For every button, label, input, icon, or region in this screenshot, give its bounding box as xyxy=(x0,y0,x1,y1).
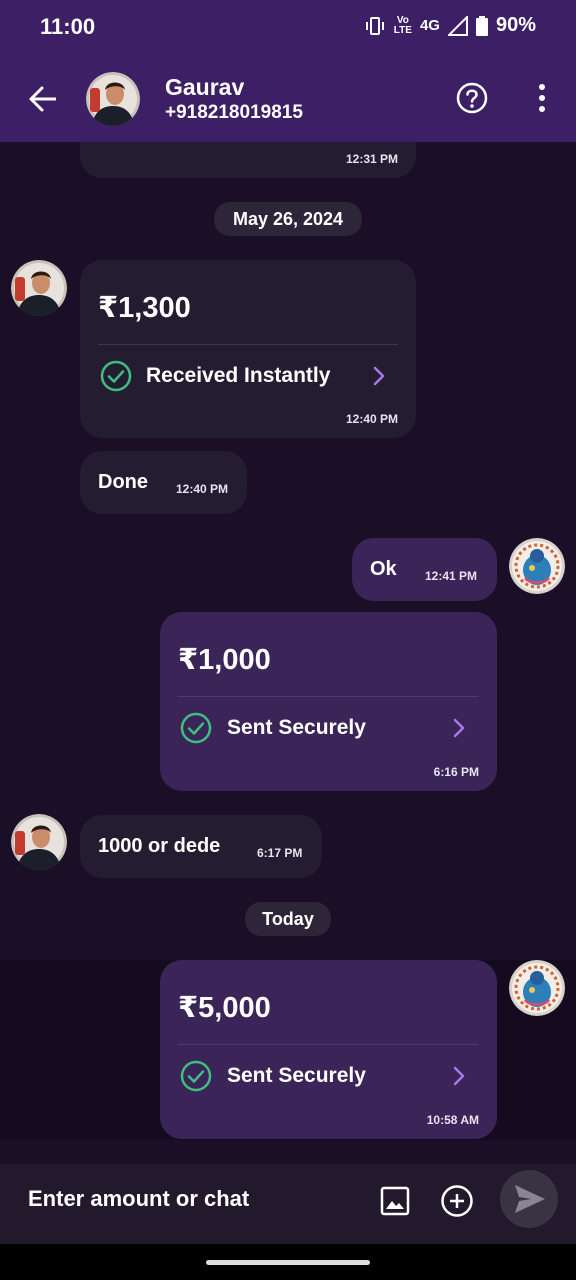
chevron-right-icon[interactable] xyxy=(452,1065,466,1087)
payment-sent-card[interactable]: ₹5,000 Sent Securely 10:58 AM xyxy=(160,960,497,1139)
chat-header: Gaurav +918218019815 xyxy=(0,56,576,142)
message-text: Done xyxy=(98,471,148,493)
card-divider xyxy=(178,696,478,697)
date-chip: Today xyxy=(245,902,331,936)
card-divider xyxy=(178,1044,478,1045)
sender-avatar[interactable] xyxy=(11,260,67,316)
message-time: 12:40 PM xyxy=(176,482,229,496)
message-time: 6:17 PM xyxy=(257,846,303,860)
message-time: 12:40 PM xyxy=(345,412,398,426)
sender-avatar[interactable] xyxy=(11,814,67,870)
message-time: 10:58 AM xyxy=(426,1113,479,1127)
network-type: 4G xyxy=(419,17,440,34)
payment-status: Sent Securely xyxy=(227,1064,366,1087)
payment-sent-card[interactable]: ₹1,000 Sent Securely 6:16 PM xyxy=(160,612,497,791)
date-chip: May 26, 2024 xyxy=(214,202,362,236)
image-gallery-icon[interactable] xyxy=(380,1186,410,1216)
message-time: 12:41 PM xyxy=(425,569,478,583)
chevron-right-icon[interactable] xyxy=(452,717,466,739)
message-bubble-incoming[interactable]: 1000 or dede 6:17 PM xyxy=(80,815,322,878)
message-text: Ok xyxy=(370,558,397,580)
payment-received-card[interactable]: ₹1,300 Received Instantly 12:40 PM xyxy=(80,260,416,438)
add-circle-icon[interactable] xyxy=(440,1184,474,1218)
user-avatar[interactable] xyxy=(509,538,565,594)
payment-amount: ₹1,000 xyxy=(178,644,271,676)
more-options-icon[interactable] xyxy=(530,82,554,114)
check-circle-icon xyxy=(180,712,212,744)
user-avatar[interactable] xyxy=(509,960,565,1016)
message-input-bar: Enter amount or chat xyxy=(0,1164,576,1244)
check-circle-icon xyxy=(180,1060,212,1092)
send-button[interactable] xyxy=(500,1170,558,1228)
payment-amount: ₹5,000 xyxy=(178,992,271,1024)
status-icons: Vo LTE 4G 90% xyxy=(364,14,536,37)
battery-icon xyxy=(475,15,488,36)
home-indicator[interactable] xyxy=(206,1260,370,1265)
message-text: 1000 or dede xyxy=(98,835,221,857)
card-divider xyxy=(98,344,398,345)
amount-chat-input[interactable]: Enter amount or chat xyxy=(28,1186,249,1212)
battery-level: 90% xyxy=(495,14,536,36)
check-circle-icon xyxy=(100,360,132,392)
message-bubble-incoming[interactable]: Done 12:40 PM xyxy=(80,451,247,514)
status-bar: 11:00 Vo LTE 4G 90% xyxy=(0,0,576,56)
chevron-right-icon[interactable] xyxy=(372,365,386,387)
message-time: 12:31 PM xyxy=(345,152,398,166)
volte-indicator: Vo LTE xyxy=(393,14,412,36)
payment-amount: ₹1,300 xyxy=(98,292,191,324)
message-time: 6:16 PM xyxy=(433,765,479,779)
payment-status: Received Instantly xyxy=(146,364,331,387)
payment-status: Sent Securely xyxy=(227,716,366,739)
vibrate-icon xyxy=(365,16,384,35)
send-icon xyxy=(515,1185,545,1213)
status-time: 11:00 xyxy=(40,14,96,39)
contact-avatar[interactable] xyxy=(86,72,140,126)
signal-icon xyxy=(447,15,468,36)
message-bubble-partial[interactable]: 12:31 PM xyxy=(80,142,416,178)
help-icon[interactable] xyxy=(456,82,488,114)
contact-name[interactable]: Gaurav xyxy=(165,74,244,101)
back-arrow-icon[interactable] xyxy=(26,82,60,116)
system-navigation-bar xyxy=(0,1244,576,1280)
contact-phone: +918218019815 xyxy=(165,102,303,123)
chat-thread[interactable]: 12:31 PM May 26, 2024 ₹1,300 Received In… xyxy=(0,142,576,1164)
message-bubble-outgoing[interactable]: Ok 12:41 PM xyxy=(352,538,497,601)
